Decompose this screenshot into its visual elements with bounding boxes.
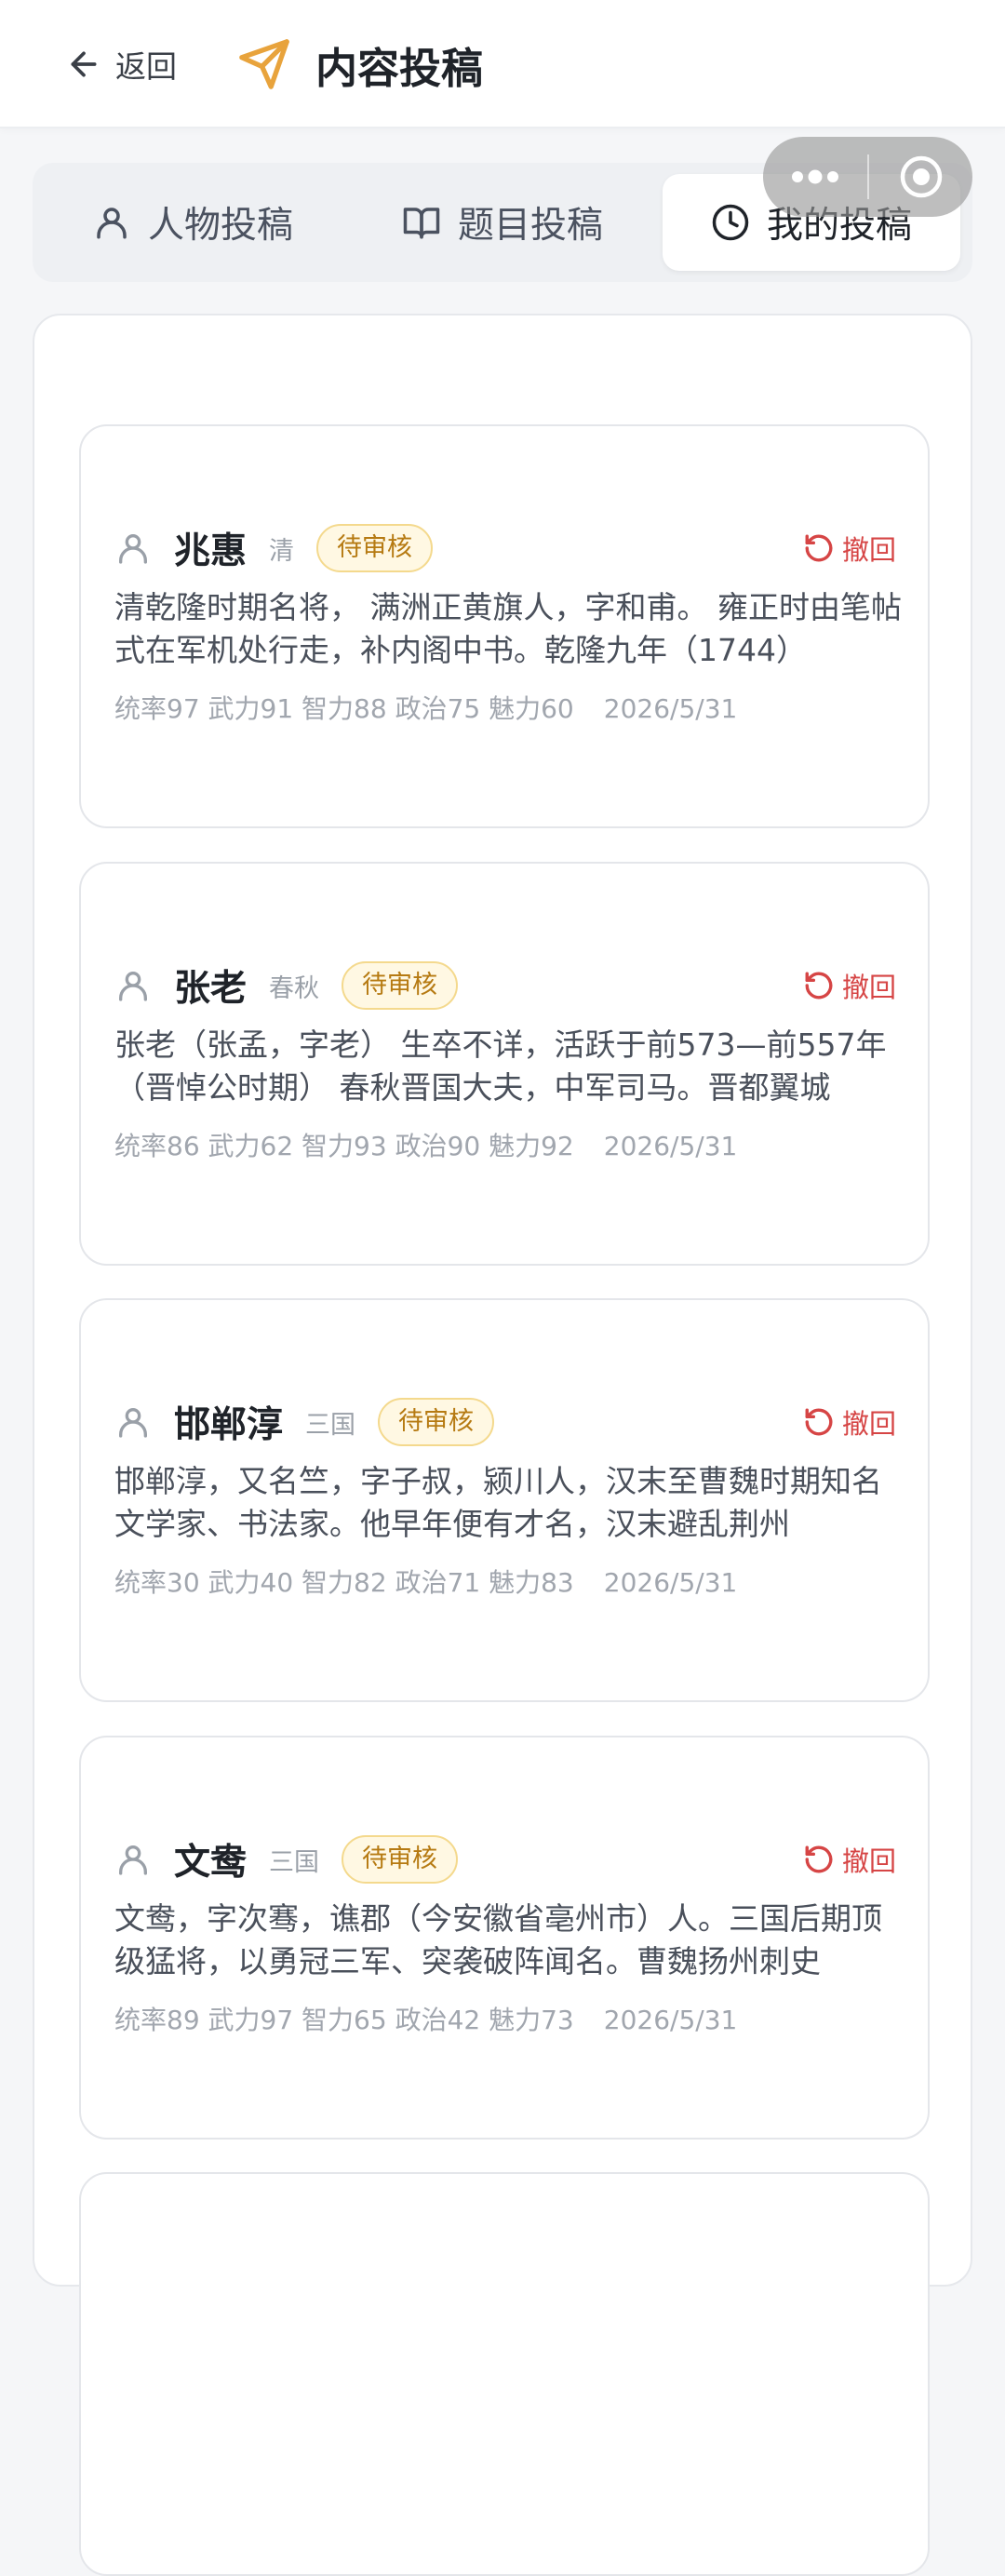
page-title-group: 内容投稿	[237, 34, 483, 95]
submission-stats: 统率97 武力91 智力88 政治75 魅力60	[114, 693, 574, 724]
withdraw-button[interactable]: 撤回	[803, 529, 896, 568]
person-icon	[118, 534, 147, 564]
submission-description: 邯郸淳，又名竺，字子叔，颍川人，汉末至曹魏时期知名文学家、书法家。他早年便有才名…	[114, 1463, 882, 1542]
submission-stats: 统率86 武力62 智力93 政治90 魅力92	[114, 1131, 574, 1161]
submission-era: 清	[269, 536, 295, 566]
submission-card: 张老 春秋 待审核 撤回 张老（张孟，字老） 生卒不详，活跃于前573—前557…	[79, 862, 930, 1266]
withdraw-label: 撤回	[841, 972, 896, 1003]
submission-card-partial	[79, 2172, 930, 2576]
withdraw-button[interactable]: 撤回	[803, 966, 896, 1005]
miniapp-capsule	[763, 137, 972, 217]
status-badge: 待审核	[342, 1834, 459, 1885]
withdraw-button[interactable]: 撤回	[803, 1840, 896, 1879]
submission-date: 2026/5/31	[603, 693, 738, 724]
card-header: 张老 春秋 待审核 撤回	[114, 957, 896, 1014]
submission-date: 2026/5/31	[603, 2005, 738, 2035]
submission-name: 兆惠	[174, 530, 248, 572]
submission-era: 三国	[305, 1410, 356, 1440]
paper-plane-icon	[239, 39, 289, 89]
submission-description: 文鸯，字次骞，谯郡（今安徽省亳州市）人。三国后期顶级猛将，以勇冠三军、突袭破阵闻…	[114, 1900, 882, 1979]
tab-person-submission[interactable]: 人物投稿	[44, 174, 342, 271]
submission-era: 春秋	[269, 973, 320, 1003]
submission-meta: 统率89 武力97 智力65 政治42 魅力73 2026/5/31	[114, 2000, 737, 2037]
person-icon	[118, 1408, 147, 1438]
person-icon	[118, 972, 147, 1001]
person-icon	[97, 208, 127, 239]
top-nav-bar: 返回 内容投稿	[0, 0, 1005, 128]
undo-icon	[805, 1408, 833, 1436]
submission-stats: 统率30 武力40 智力82 政治71 魅力83	[114, 1567, 574, 1598]
withdraw-label: 撤回	[841, 1408, 896, 1440]
more-dots-icon	[792, 169, 838, 184]
submissions-panel: 兆惠 清 待审核 撤回 清乾隆时期名将， 满洲正黄旗人，字和甫。 雍正时由笔帖式…	[33, 314, 972, 2576]
tab-label: 人物投稿	[147, 205, 293, 247]
submission-meta: 统率97 武力91 智力88 政治75 魅力60 2026/5/31	[114, 689, 737, 726]
withdraw-label: 撤回	[841, 534, 896, 566]
more-button[interactable]	[763, 137, 867, 217]
withdraw-button[interactable]: 撤回	[803, 1402, 896, 1442]
card-header: 文鸯 三国 待审核 撤回	[114, 1831, 896, 1888]
tab-label: 题目投稿	[457, 205, 603, 247]
undo-icon	[805, 972, 833, 1000]
card-header: 邯郸淳 三国 待审核 撤回	[114, 1393, 896, 1451]
submission-name: 文鸯	[174, 1842, 248, 1884]
card-header: 兆惠 清 待审核 撤回	[114, 519, 896, 577]
submission-era: 三国	[269, 1847, 320, 1877]
submission-description: 清乾隆时期名将， 满洲正黄旗人，字和甫。 雍正时由笔帖式在军机处行走，补内阁中书…	[114, 589, 902, 668]
undo-icon	[805, 1845, 833, 1873]
status-badge: 待审核	[342, 960, 459, 1011]
clock-icon	[712, 204, 749, 241]
tab-question-submission[interactable]: 题目投稿	[354, 174, 651, 271]
withdraw-label: 撤回	[841, 1845, 896, 1877]
status-badge: 待审核	[378, 1397, 495, 1447]
undo-icon	[805, 534, 833, 562]
submission-date: 2026/5/31	[603, 1567, 738, 1598]
book-icon	[403, 208, 440, 239]
submission-card: 文鸯 三国 待审核 撤回 文鸯，字次骞，谯郡（今安徽省亳州市）人。三国后期顶级猛…	[79, 1736, 930, 2140]
submission-description: 张老（张孟，字老） 生卒不详，活跃于前573—前557年（晋悼公时期） 春秋晋国…	[114, 1026, 887, 1106]
submission-stats: 统率89 武力97 智力65 政治42 魅力73	[114, 2005, 574, 2035]
back-label: 返回	[115, 48, 177, 85]
submission-meta: 统率86 武力62 智力93 政治90 魅力92 2026/5/31	[114, 1126, 737, 1163]
submission-card: 兆惠 清 待审核 撤回 清乾隆时期名将， 满洲正黄旗人，字和甫。 雍正时由笔帖式…	[79, 424, 930, 828]
submission-name: 张老	[174, 968, 248, 1010]
arrow-left-icon	[71, 51, 97, 77]
back-button[interactable]: 返回	[65, 37, 177, 91]
submission-date: 2026/5/31	[603, 1131, 738, 1161]
target-circle-icon	[900, 155, 942, 198]
submission-name: 邯郸淳	[174, 1404, 284, 1446]
page-title: 内容投稿	[315, 43, 484, 93]
status-badge: 待审核	[316, 523, 434, 573]
person-icon	[118, 1845, 147, 1875]
submission-meta: 统率30 武力40 智力82 政治71 魅力83 2026/5/31	[114, 1563, 737, 1600]
submission-card: 邯郸淳 三国 待审核 撤回 邯郸淳，又名竺，字子叔，颍川人，汉末至曹魏时期知名文…	[79, 1298, 930, 1702]
close-miniapp-button[interactable]	[869, 137, 972, 217]
